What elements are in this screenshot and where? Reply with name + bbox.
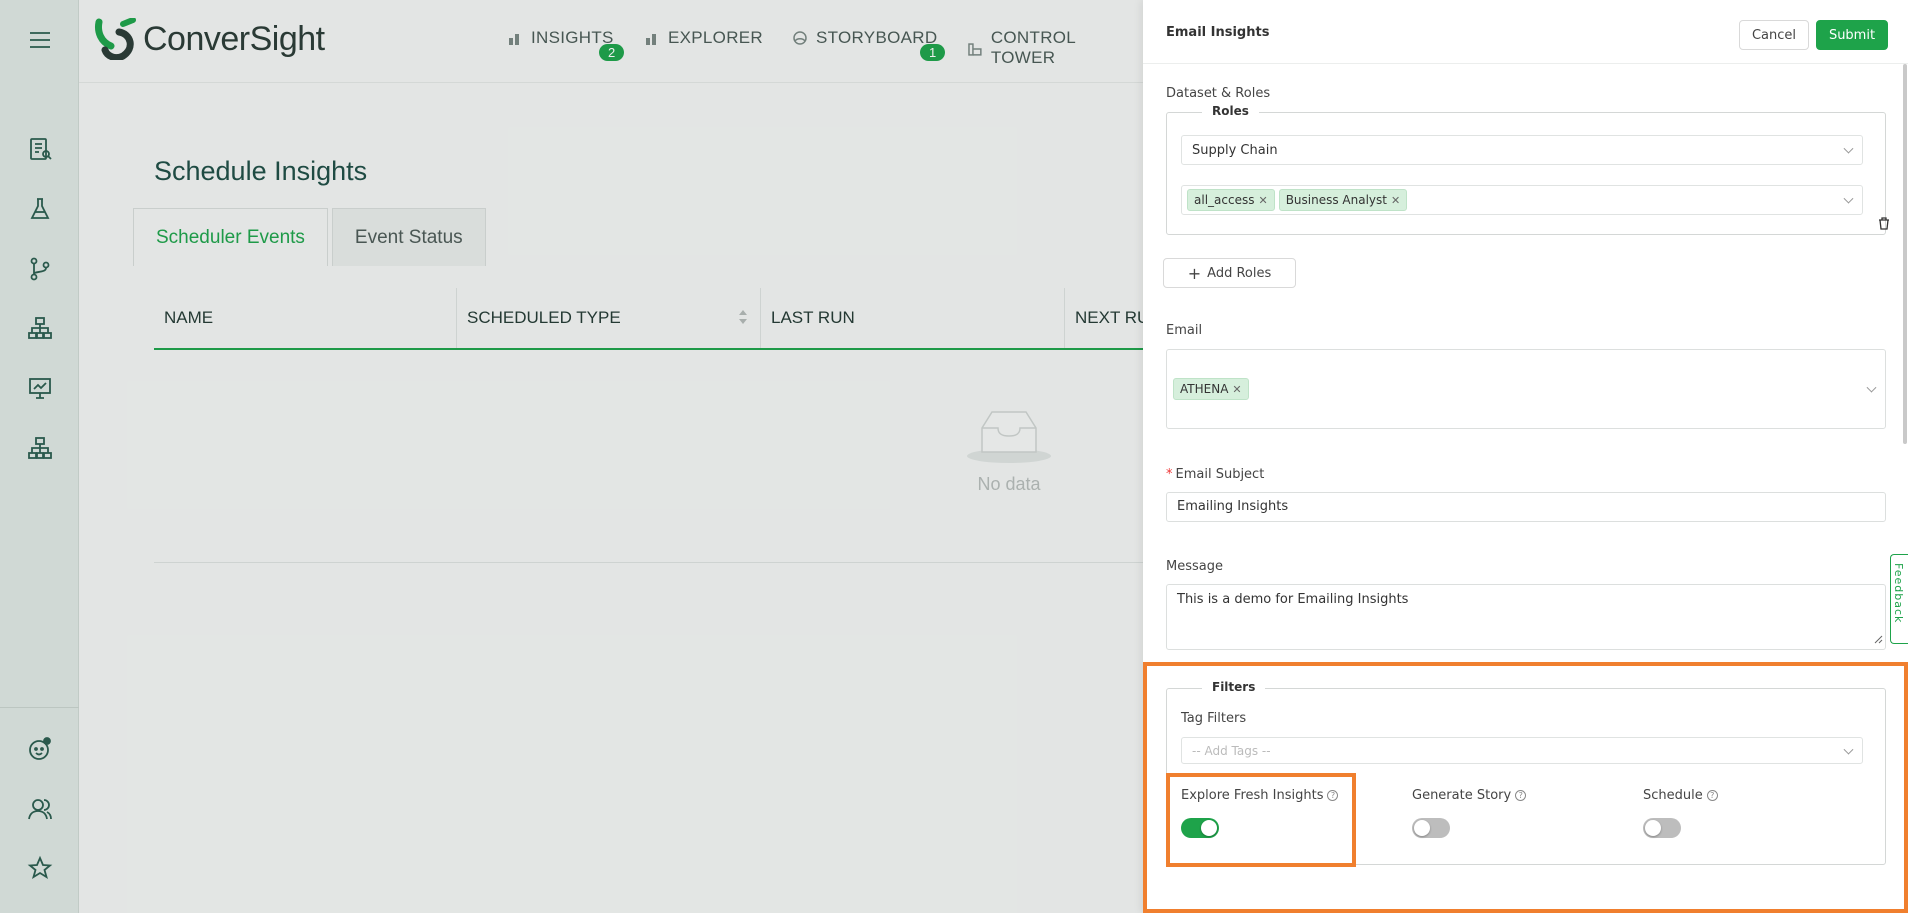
plus-icon: +	[1187, 263, 1202, 283]
role-tag: Business Analyst ✕	[1278, 189, 1408, 211]
add-roles-label: Add Roles	[1207, 265, 1272, 281]
trash-icon[interactable]	[1878, 215, 1890, 234]
email-multiselect[interactable]: ATHENA ✕	[1166, 349, 1886, 429]
scrollbar[interactable]	[1903, 64, 1907, 444]
message-label: Message	[1166, 559, 1223, 574]
drawer-header: Email Insights Cancel Submit	[1143, 0, 1908, 64]
role-tag-label: Business Analyst	[1285, 193, 1387, 207]
email-insights-drawer: Email Insights Cancel Submit Dataset & R…	[1143, 0, 1908, 913]
email-subject-input[interactable]: Emailing Insights	[1166, 492, 1886, 522]
email-tag: ATHENA ✕	[1173, 378, 1249, 400]
drawer-title: Email Insights	[1166, 25, 1270, 40]
chevron-down-icon	[1843, 143, 1854, 154]
drawer-backdrop[interactable]	[0, 0, 1143, 913]
message-text: This is a demo for Emailing Insights	[1177, 592, 1409, 607]
chevron-down-icon	[1843, 193, 1854, 204]
add-roles-button[interactable]: + Add Roles	[1163, 258, 1296, 288]
submit-button[interactable]: Submit	[1816, 20, 1888, 50]
role-tag-label: all_access	[1194, 193, 1255, 207]
close-icon[interactable]: ✕	[1232, 383, 1241, 396]
email-label: Email	[1166, 323, 1203, 338]
dataset-select-value: Supply Chain	[1192, 142, 1278, 158]
email-subject-label: * Email Subject	[1166, 467, 1264, 482]
close-icon[interactable]: ✕	[1258, 194, 1267, 207]
email-tag-label: ATHENA	[1180, 382, 1229, 396]
email-subject-label-text: Email Subject	[1175, 467, 1265, 482]
close-icon[interactable]: ✕	[1391, 194, 1400, 207]
roles-multiselect[interactable]: all_access ✕ Business Analyst ✕	[1181, 185, 1863, 215]
required-icon: *	[1166, 467, 1173, 482]
roles-fieldset: Roles Supply Chain all_access ✕ Business …	[1166, 104, 1886, 235]
resize-handle-icon[interactable]	[1873, 633, 1883, 648]
message-textarea[interactable]: This is a demo for Emailing Insights	[1166, 584, 1886, 650]
feedback-tab[interactable]: Feedback	[1890, 554, 1908, 644]
explore-toggle-highlight	[1166, 773, 1356, 867]
feedback-label: Feedback	[1892, 563, 1905, 624]
roles-legend: Roles	[1202, 104, 1259, 118]
dataset-select[interactable]: Supply Chain	[1181, 135, 1863, 165]
chevron-down-icon	[1866, 382, 1877, 393]
cancel-button[interactable]: Cancel	[1739, 20, 1809, 50]
role-tag: all_access ✕	[1187, 189, 1275, 211]
dataset-roles-label: Dataset & Roles	[1166, 86, 1271, 101]
